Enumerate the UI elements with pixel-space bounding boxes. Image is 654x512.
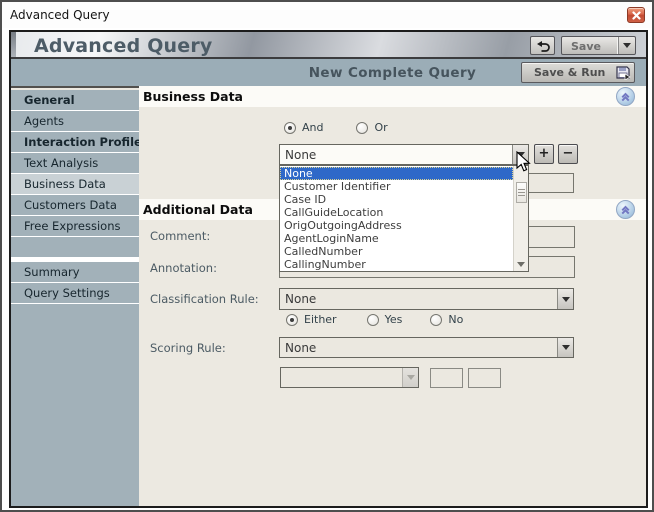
sidebar-item-query-settings[interactable]: Query Settings <box>11 283 139 303</box>
sidebar-item-customers-data[interactable]: Customers Data <box>11 195 139 215</box>
sidebar-filler <box>11 304 139 506</box>
undo-button[interactable] <box>530 36 555 55</box>
range-from-input[interactable] <box>430 368 463 388</box>
classification-rule-label: Classification Rule: <box>150 292 259 306</box>
disabled-dropdown-button <box>402 368 418 387</box>
business-field-combobox[interactable]: None <box>279 144 529 165</box>
radio-or[interactable]: Or <box>356 121 387 134</box>
page-header: Advanced Query Save <box>11 32 646 59</box>
disabled-combobox-value <box>281 368 402 387</box>
chevron-down-icon <box>623 43 631 48</box>
query-subheader: New Complete Query Save & Run <box>11 59 646 88</box>
sidebar-item-summary[interactable]: Summary <box>11 262 139 282</box>
classification-dropdown-button[interactable] <box>557 289 573 309</box>
scrollbar-down-icon[interactable] <box>517 262 525 267</box>
save-dropdown-arrow[interactable] <box>618 37 635 54</box>
dropdown-option-none[interactable]: None <box>280 167 513 180</box>
add-condition-button[interactable]: + <box>534 144 554 164</box>
remove-condition-button[interactable]: − <box>558 144 578 164</box>
sidebar-item-free-expressions[interactable]: Free Expressions <box>11 216 139 236</box>
radio-or-icon <box>356 122 368 134</box>
scrollbar-thumb[interactable] <box>516 182 527 203</box>
page-title: Advanced Query <box>34 35 213 57</box>
dropdown-option-callingnumber[interactable]: CallingNumber <box>280 258 513 271</box>
radio-and-icon <box>284 122 296 134</box>
save-button-label: Save <box>562 37 618 54</box>
dropdown-option-case-id[interactable]: Case ID <box>280 193 513 206</box>
radio-no-label: No <box>448 313 463 326</box>
sidebar-nav: General Agents Interaction Profile Text … <box>11 90 139 506</box>
radio-no[interactable]: No <box>430 313 463 326</box>
classification-rule-combobox[interactable]: None <box>279 288 574 310</box>
close-button[interactable] <box>627 7 645 23</box>
range-to-input[interactable] <box>468 368 501 388</box>
sidebar-item-interaction-profile[interactable]: Interaction Profile <box>11 132 139 152</box>
chevron-up-icon <box>619 90 632 103</box>
radio-and[interactable]: And <box>284 121 323 134</box>
radio-either-icon <box>286 314 298 326</box>
sidebar-item-text-analysis[interactable]: Text Analysis <box>11 153 139 173</box>
section-business-data-title: Business Data <box>139 86 646 107</box>
tristate-radio-group: Either Yes No <box>286 313 463 326</box>
radio-yes-icon <box>367 314 379 326</box>
scoring-rule-value: None <box>280 338 557 357</box>
section-business-data: Business Data <box>139 86 646 107</box>
dropdown-option-origoutgoingaddress[interactable]: OrigOutgoingAddress <box>280 219 513 232</box>
save-and-run-label: Save & Run <box>522 66 612 79</box>
radio-yes-label: Yes <box>385 313 403 326</box>
dropdown-option-agentloginname[interactable]: AgentLoginName <box>280 232 513 245</box>
collapse-additional-data-button[interactable] <box>616 200 635 219</box>
sidebar-spacer <box>11 237 139 257</box>
radio-no-icon <box>430 314 442 326</box>
dropdown-option-callednumber[interactable]: CalledNumber <box>280 245 513 258</box>
classification-rule-value: None <box>280 289 557 309</box>
sidebar-item-agents[interactable]: Agents <box>11 111 139 131</box>
sidebar-item-business-data[interactable]: Business Data <box>11 174 139 194</box>
dropdown-items: None Customer Identifier Case ID CallGui… <box>280 167 513 271</box>
chevron-down-icon <box>407 375 415 380</box>
dropdown-option-customer-identifier[interactable]: Customer Identifier <box>280 180 513 193</box>
advanced-query-window: Advanced Query Advanced Query Save New C… <box>0 0 654 512</box>
logic-radio-group: And Or <box>284 121 388 134</box>
radio-either-label: Either <box>304 313 337 326</box>
scoring-rule-label: Scoring Rule: <box>150 341 226 355</box>
chevron-down-icon <box>562 297 570 302</box>
chevron-up-icon <box>619 203 632 216</box>
radio-and-label: And <box>302 121 323 134</box>
comment-label: Comment: <box>150 229 210 243</box>
undo-icon <box>536 39 550 52</box>
mouse-cursor-icon <box>516 151 531 177</box>
dropdown-option-callguidelocation[interactable]: CallGuideLocation <box>280 206 513 219</box>
collapse-business-data-button[interactable] <box>616 87 635 106</box>
radio-yes[interactable]: Yes <box>367 313 403 326</box>
business-field-value: None <box>280 145 512 164</box>
sidebar-item-general[interactable]: General <box>11 90 139 110</box>
save-run-icon <box>612 66 634 80</box>
radio-either[interactable]: Either <box>286 313 337 326</box>
window-title: Advanced Query <box>10 8 110 22</box>
annotation-label: Annotation: <box>150 261 217 275</box>
business-field-dropdown-list: None Customer Identifier Case ID CallGui… <box>279 165 529 272</box>
close-icon <box>632 11 641 20</box>
scoring-rule-combobox[interactable]: None <box>279 337 574 358</box>
dialog-frame: Advanced Query Save New Complete Query S… <box>9 30 648 508</box>
dropdown-scrollbar[interactable] <box>513 166 528 271</box>
disabled-combobox <box>280 367 419 388</box>
chevron-down-icon <box>562 345 570 350</box>
radio-or-label: Or <box>374 121 387 134</box>
titlebar: Advanced Query <box>2 2 652 28</box>
save-split-button[interactable]: Save <box>561 36 636 55</box>
scoring-dropdown-button[interactable] <box>557 338 573 357</box>
save-and-run-button[interactable]: Save & Run <box>521 62 635 83</box>
sidebar-gap <box>11 258 139 261</box>
